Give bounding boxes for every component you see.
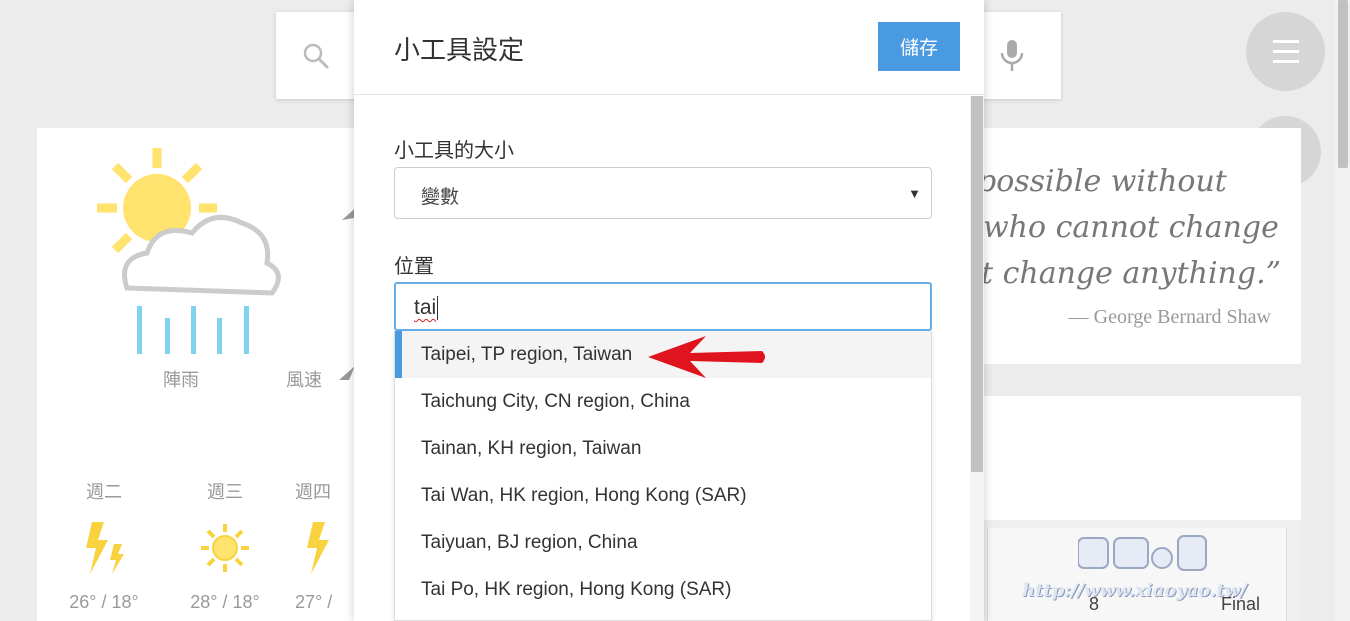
suggestion-item[interactable]: Tai Wan, HK region, Hong Kong (SAR): [395, 472, 931, 519]
quote-author: — George Bernard Shaw: [1068, 306, 1271, 328]
microphone-icon[interactable]: [999, 38, 1025, 74]
weather-condition: 陣雨: [163, 370, 199, 390]
dialog-scrollbar[interactable]: [970, 96, 984, 621]
suggestion-item[interactable]: Taiyuan, BJ region, China: [395, 519, 931, 566]
page-scrollbar[interactable]: [1335, 0, 1350, 621]
suggestion-item[interactable]: Tai Po, HK region, Hong Kong (SAR): [395, 566, 931, 613]
quote-widget: possible without who cannot change t cha…: [967, 128, 1301, 364]
forecast-day: 週二 26° / 18°: [54, 478, 154, 613]
weather-widget: 陣雨 風速 週二 26° / 18° 週三 28° / 18° 週四 27° /: [37, 128, 367, 621]
widget-size-select[interactable]: 變數 ▼: [394, 167, 932, 219]
lightning-icon: [86, 522, 124, 574]
red-arrow-icon: [648, 336, 765, 378]
wind-speed-label: 風速: [286, 370, 322, 390]
save-button[interactable]: 儲存: [878, 22, 960, 71]
widget-size-value: 變數: [421, 187, 460, 208]
quote-text: who cannot change: [983, 210, 1279, 245]
widget-card: [967, 396, 1301, 520]
menu-button[interactable]: [1246, 12, 1325, 91]
dialog-header: 小工具設定 儲存: [354, 0, 984, 95]
forecast-temp: 26° / 18°: [69, 592, 139, 612]
location-input[interactable]: tai: [394, 282, 932, 331]
dialog-title: 小工具設定: [394, 35, 525, 65]
page-scrollbar-thumb[interactable]: [1338, 0, 1348, 168]
lightning-icon: [307, 522, 329, 574]
sun-cloud-rain-icon: [97, 148, 281, 354]
search-icon: [303, 43, 329, 69]
forecast-day-label: 週四: [295, 482, 331, 502]
forecast-day-label: 週三: [207, 482, 243, 502]
sun-icon: [201, 524, 249, 572]
forecast-day-label: 週二: [86, 482, 122, 502]
score-status: Final: [1221, 594, 1261, 614]
score-number: 8: [1089, 594, 1100, 614]
widget-settings-dialog: 小工具設定 儲存 小工具的大小 變數 ▼ 位置 tai Taipei, TP r…: [354, 0, 984, 621]
forecast-day: 週三 28° / 18°: [175, 478, 275, 613]
forecast-temp: 28° / 18°: [190, 592, 260, 612]
watermark-url: http://www.xiaoyao.tw/: [1022, 580, 1247, 601]
location-input-value: tai: [414, 296, 437, 319]
quote-text: t change anything.”: [981, 256, 1281, 291]
forecast-day: 週四 27° /: [295, 478, 355, 613]
forecast-temp: 27° /: [295, 592, 333, 612]
caret-down-icon: ▼: [908, 186, 921, 201]
watermark-logo: [1078, 535, 1207, 571]
location-label: 位置: [394, 256, 434, 278]
quote-text: possible without: [977, 164, 1227, 199]
text-cursor: [437, 296, 438, 320]
dialog-scrollbar-thumb[interactable]: [971, 96, 983, 472]
suggestion-item[interactable]: Taichung City, CN region, China: [395, 378, 931, 425]
suggestion-item[interactable]: Tainan, KH region, Taiwan: [395, 425, 931, 472]
menu-icon: [1273, 40, 1299, 43]
widget-size-label: 小工具的大小: [394, 140, 514, 162]
score-widget: http://www.xiaoyao.tw/ 8 Final: [967, 520, 1301, 621]
